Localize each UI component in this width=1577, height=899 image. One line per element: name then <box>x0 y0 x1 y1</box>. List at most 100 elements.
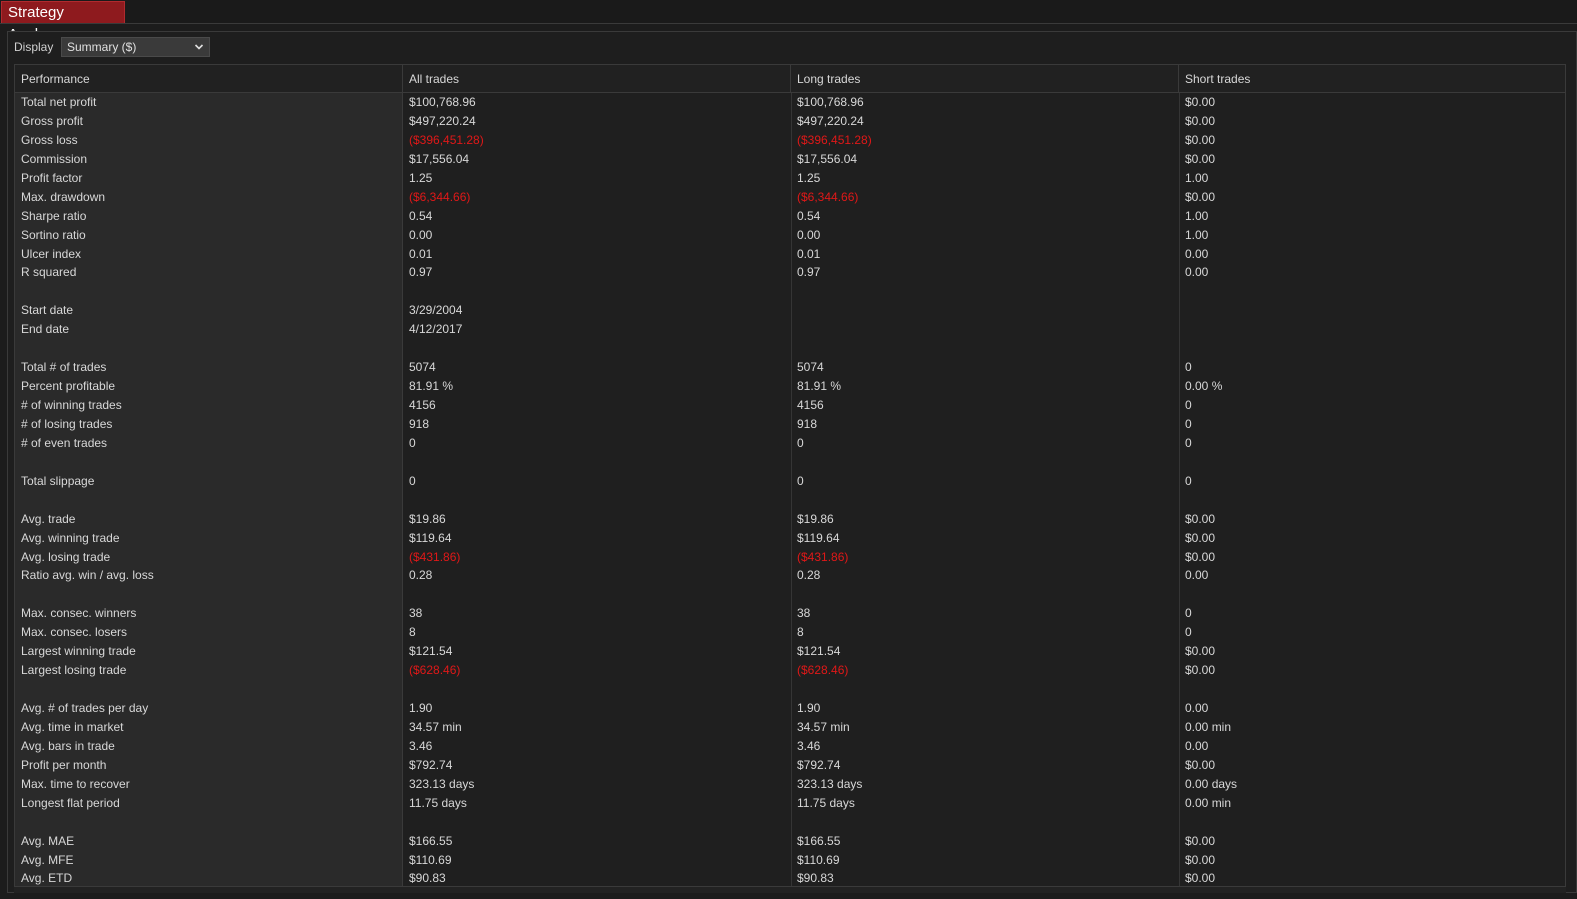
long-trades-value: 81.91 % <box>797 379 842 394</box>
long-trades-value <box>791 680 797 699</box>
grid-header: Performance All trades Long trades Short… <box>15 65 1565 93</box>
all-trades-value: $17,556.04 <box>409 151 470 166</box>
short-trades-value: 0.00 <box>1185 701 1209 715</box>
metric-label: Sharpe ratio <box>21 208 87 223</box>
display-select[interactable]: Summary ($) <box>61 37 210 57</box>
long-trades-value: ($431.86) <box>797 549 849 564</box>
column-header-all-trades[interactable]: All trades <box>403 65 791 93</box>
all-trades-value <box>403 453 409 472</box>
table-row: Avg. time in market 34.57 min 34.57 min 0.0… <box>15 718 1565 737</box>
short-trades-value <box>1179 339 1185 358</box>
all-trades-value: 918 <box>409 416 430 431</box>
all-trades-value: ($396,451.28) <box>409 132 484 147</box>
long-trades-value: 0.28 <box>797 568 821 583</box>
table-row: Total slippage 0 0 0 <box>15 472 1565 491</box>
all-trades-value: $119.64 <box>409 530 452 545</box>
short-trades-value: $0.00 <box>1185 189 1216 204</box>
short-trades-value: 0.00 <box>1185 265 1209 280</box>
all-trades-value: 323.13 days <box>409 776 475 791</box>
display-select-value: Summary ($) <box>67 40 137 54</box>
short-trades-value: 0 <box>1185 606 1192 621</box>
long-trades-value: 0 <box>797 473 804 488</box>
metric-label: R squared <box>21 265 77 280</box>
long-trades-value: 0 <box>797 435 804 450</box>
tab-strategy-analyzer[interactable]: Strategy Analyzer <box>1 1 125 43</box>
spacer-row <box>15 680 1565 699</box>
metric-label <box>15 585 21 604</box>
all-trades-value: ($6,344.66) <box>409 189 471 204</box>
metric-label: Max. consec. winners <box>21 606 137 621</box>
long-trades-value: 918 <box>797 416 818 431</box>
column-header-long-trades[interactable]: Long trades <box>791 65 1179 93</box>
short-trades-value <box>1179 813 1185 832</box>
metric-label: Gross loss <box>21 132 78 147</box>
metric-label: Avg. bars in trade <box>21 738 115 753</box>
short-trades-value: 0 <box>1185 398 1192 412</box>
long-trades-value <box>791 453 797 472</box>
spacer-row <box>15 282 1565 301</box>
table-row: # of even trades 0 0 0 <box>15 434 1565 453</box>
all-trades-value: $110.69 <box>409 852 452 867</box>
short-trades-value <box>1179 680 1185 699</box>
long-trades-value: $19.86 <box>797 511 834 526</box>
all-trades-value: 4/12/2017 <box>409 322 463 337</box>
column-header-short-trades[interactable]: Short trades <box>1179 65 1565 93</box>
all-trades-value: 0 <box>409 435 416 450</box>
all-trades-value: 0.01 <box>409 246 433 261</box>
spacer-row <box>15 585 1565 604</box>
short-trades-value: 1.00 <box>1185 227 1209 242</box>
short-trades-value: $0.00 <box>1185 852 1216 867</box>
metric-label: # of winning trades <box>21 398 122 412</box>
metric-label: Avg. ETD <box>21 871 73 886</box>
table-row: Avg. losing trade ($431.86) ($431.86) $0.00 <box>15 548 1565 567</box>
short-trades-value <box>1179 491 1185 510</box>
long-trades-value: $119.64 <box>797 530 840 545</box>
metric-label: Largest losing trade <box>21 663 127 678</box>
all-trades-value: ($431.86) <box>409 549 461 564</box>
table-row: Start date 3/29/2004 <box>15 301 1565 320</box>
short-trades-value: 0 <box>1185 416 1192 431</box>
all-trades-value: 11.75 days <box>409 795 467 810</box>
short-trades-value: $0.00 <box>1185 132 1216 147</box>
metric-label: Avg. MFE <box>21 852 74 867</box>
metric-label: Avg. # of trades per day <box>21 701 149 715</box>
table-row: Ulcer index 0.01 0.01 0.00 <box>15 245 1565 264</box>
short-trades-value: $0.00 <box>1185 644 1216 659</box>
short-trades-value <box>1179 320 1185 339</box>
spacer-row <box>15 491 1565 510</box>
all-trades-value <box>403 680 409 699</box>
long-trades-value: $792.74 <box>797 757 841 772</box>
horizontal-scrollbar[interactable] <box>14 887 1566 893</box>
grid-body: Total net profit $100,768.96 $100,768.96 $0… <box>15 93 1565 886</box>
metric-label: End date <box>21 322 70 337</box>
long-trades-value: $100,768.96 <box>797 95 864 109</box>
metric-label: Percent profitable <box>21 379 116 394</box>
table-row: Max. consec. losers 8 8 0 <box>15 623 1565 642</box>
metric-label: Ulcer index <box>21 246 82 261</box>
all-trades-value: 0 <box>409 473 416 488</box>
short-trades-value: 0.00 <box>1185 568 1209 583</box>
short-trades-value <box>1179 282 1185 301</box>
metric-label <box>15 339 21 358</box>
table-row: R squared 0.97 0.97 0.00 <box>15 263 1565 282</box>
long-trades-value: 4156 <box>797 398 824 412</box>
short-trades-value <box>1179 301 1185 320</box>
long-trades-value <box>791 301 797 320</box>
long-trades-value: $497,220.24 <box>797 113 864 128</box>
table-row: Profit per month $792.74 $792.74 $0.00 <box>15 756 1565 775</box>
table-row: Commission $17,556.04 $17,556.04 $0.00 <box>15 150 1565 169</box>
long-trades-value: ($396,451.28) <box>797 132 872 147</box>
long-trades-value: 3.46 <box>797 738 821 753</box>
column-header-performance[interactable]: Performance <box>15 65 403 93</box>
short-trades-value: 0 <box>1185 625 1192 640</box>
all-trades-value: 4156 <box>409 398 436 412</box>
all-trades-value <box>403 491 409 510</box>
short-trades-value: 0.00 days <box>1185 776 1238 791</box>
long-trades-value: 5074 <box>797 360 824 375</box>
long-trades-value <box>791 320 797 339</box>
long-trades-value: 34.57 min <box>797 719 850 734</box>
long-trades-value: $110.69 <box>797 852 840 867</box>
all-trades-value: $497,220.24 <box>409 113 476 128</box>
all-trades-value: 0.28 <box>409 568 433 583</box>
metric-label: Avg. time in market <box>21 719 124 734</box>
